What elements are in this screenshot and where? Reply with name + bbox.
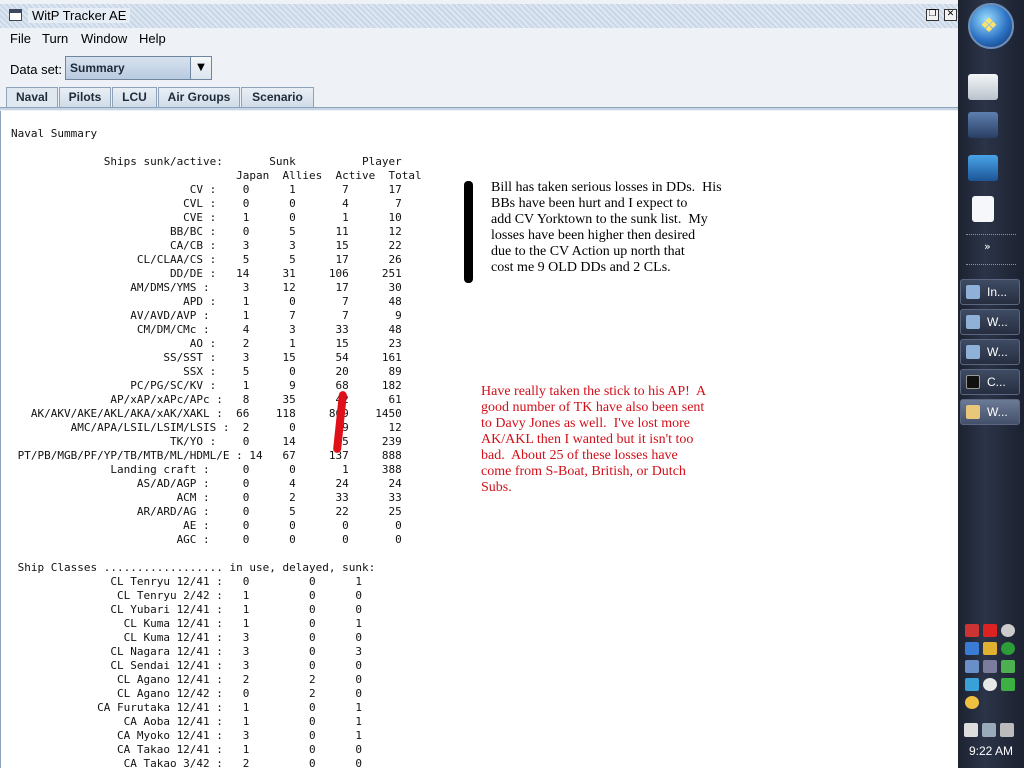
tab-naval[interactable]: Naval (6, 87, 58, 108)
taskbar: ❖ » In... W... W... C... W... 9:22 AM (958, 0, 1024, 768)
taskbar-item-window-1[interactable]: W... (960, 309, 1020, 335)
taskbar-item-console[interactable]: C... (960, 369, 1020, 395)
dataset-value: Summary (70, 61, 125, 75)
tray-icon[interactable] (1001, 624, 1015, 637)
naval-summary-report: Naval Summary Ships sunk/active: Sunk Pl… (11, 127, 422, 546)
tab-air-groups[interactable]: Air Groups (158, 87, 240, 108)
title-bar[interactable]: WitP Tracker AE ❐ ✕ (0, 4, 958, 28)
tab-divider (0, 107, 958, 110)
tray-icon[interactable] (965, 624, 979, 637)
app-icon (966, 315, 980, 329)
document-icon[interactable] (972, 196, 994, 222)
tab-lcu[interactable]: LCU (112, 87, 157, 108)
clock[interactable]: 9:22 AM (958, 744, 1024, 758)
chevron-down-icon[interactable]: ▼ (190, 57, 211, 79)
window-icon (9, 9, 22, 21)
java-icon (966, 405, 980, 419)
network-icon[interactable] (983, 660, 997, 673)
black-marker-stroke (464, 181, 473, 283)
system-tray (961, 622, 1021, 710)
menu-file[interactable]: File (10, 31, 31, 46)
taskbar-item-internet[interactable]: In... (960, 279, 1020, 305)
mail-icon[interactable] (968, 74, 998, 100)
tray-icon[interactable] (983, 678, 997, 691)
desktop-icon[interactable] (968, 155, 998, 181)
console-icon (966, 375, 980, 389)
tray-icon[interactable] (1001, 642, 1015, 655)
app-icon (966, 285, 980, 299)
tray-icon[interactable] (965, 660, 979, 673)
close-button[interactable]: ✕ (944, 9, 957, 21)
black-annotation: Bill has taken serious losses in DDs. Hi… (491, 180, 722, 275)
tray-icon[interactable] (983, 642, 997, 655)
windows-logo-icon: ❖ (980, 13, 998, 37)
report-panel[interactable]: Naval Summary Ships sunk/active: Sunk Pl… (0, 111, 958, 768)
network-status-icon[interactable] (982, 723, 996, 737)
taskbar-separator (966, 264, 1016, 266)
window-title: WitP Tracker AE (28, 8, 131, 23)
tray-icon[interactable] (965, 696, 979, 709)
menu-help[interactable]: Help (139, 31, 166, 46)
dataset-label: Data set: (10, 62, 63, 77)
tab-pilots[interactable]: Pilots (59, 87, 111, 108)
volume-icon[interactable] (1000, 723, 1014, 737)
tray-icon[interactable] (965, 678, 979, 691)
dataset-row: Data set: Summary ▼ (0, 52, 958, 84)
battery-icon[interactable] (964, 723, 978, 737)
menu-turn[interactable]: Turn (42, 31, 68, 46)
menu-window[interactable]: Window (81, 31, 127, 46)
globe-icon (966, 345, 980, 359)
tab-scenario[interactable]: Scenario (241, 87, 314, 108)
ship-classes-report: Ship Classes .................. in use, … (17, 561, 376, 768)
weather-icon[interactable] (965, 642, 979, 655)
menu-bar: File Turn Window Help (0, 28, 958, 50)
tray-icon[interactable] (1001, 660, 1015, 673)
ati-icon[interactable] (983, 624, 997, 637)
app-window: WitP Tracker AE ❐ ✕ File Turn Window Hel… (0, 0, 958, 768)
user-photo-icon[interactable] (968, 112, 998, 138)
taskbar-separator (966, 234, 1016, 236)
dataset-select[interactable]: Summary ▼ (65, 56, 212, 80)
restore-button[interactable]: ❐ (926, 9, 939, 21)
taskbar-item-window-2[interactable]: W... (960, 339, 1020, 365)
taskbar-item-witp-tracker[interactable]: W... (960, 399, 1020, 425)
check-icon[interactable] (1001, 678, 1015, 691)
chevron-double-down-icon[interactable]: » (984, 240, 991, 253)
red-annotation: Have really taken the stick to his AP! A… (481, 384, 707, 495)
start-button[interactable]: ❖ (968, 3, 1014, 49)
